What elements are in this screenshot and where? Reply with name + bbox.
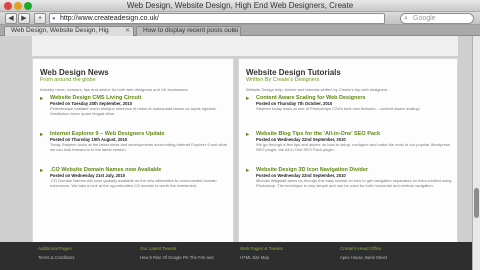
tab-label: Web Design, Website Design, Hig: [11, 27, 109, 34]
footer-column: Additional Pages Terms & Conditions: [38, 246, 74, 260]
footer-link[interactable]: Terms & Conditions: [38, 255, 74, 260]
footer-column: Our Latest Tweets How 5 Rise Of Google P…: [140, 246, 213, 260]
search-placeholder: Google: [413, 15, 436, 22]
tab-recent-posts[interactable]: How to display recent posts outsi ✕: [136, 26, 241, 36]
tutorial-item-text: Stephen today looks at one of Photoshops…: [256, 106, 420, 111]
bullet-icon: ▸: [246, 132, 250, 138]
footer-column: Create's Head Office Apex House, Bank St…: [340, 246, 387, 260]
tutorials-heading: Website Design Tutorials: [246, 68, 341, 77]
window-titlebar: Web Design, Website Design, High End Web…: [0, 0, 480, 12]
footer-column: Web Pages & Tweets HTML Site Map: [240, 246, 283, 260]
add-bookmark-button[interactable]: +: [34, 13, 46, 24]
footer-heading: Web Pages & Tweets: [240, 246, 283, 251]
footer-heading: Create's Head Office: [340, 246, 382, 251]
site-footer: Additional Pages Terms & Conditions Our …: [0, 242, 472, 270]
bullet-icon: ▸: [40, 96, 44, 102]
bullet-icon: ▸: [40, 132, 44, 138]
globe-icon: ●: [52, 16, 56, 22]
news-item: ▸ Website Design CMS Living Circuit Post…: [40, 95, 230, 125]
news-item-text: Today Stephen looks at the latest news a…: [50, 142, 227, 152]
forward-button[interactable]: ▶: [18, 13, 30, 24]
news-subheading: From around the globe: [40, 77, 96, 83]
news-item-text: Pellentesque habitant morbi tristique se…: [50, 106, 217, 116]
window-title: Web Design, Website Design, High End Web…: [126, 1, 354, 10]
bullet-icon: ▸: [246, 168, 250, 174]
news-item-text: .CO Domain Names will soon globally avai…: [50, 178, 217, 188]
tutorial-item-text: Michael Wagstaff takes us through this e…: [256, 178, 452, 188]
vertical-scrollbar[interactable]: [472, 36, 480, 270]
tutorial-item: ▸ Website Design 3D Icon Navigation Divi…: [246, 167, 454, 201]
tab-bar: Web Design, Website Design, Hig ✕ How to…: [0, 25, 480, 36]
news-intro: Industry news, rumours, tips and advice …: [40, 87, 188, 92]
news-item: ▸ .CO Website Domain Names now Available…: [40, 167, 230, 201]
back-button[interactable]: ◀: [5, 13, 17, 24]
footer-heading: Additional Pages: [38, 246, 72, 251]
tab-web-design[interactable]: Web Design, Website Design, Hig ✕: [4, 26, 134, 36]
browser-toolbar: ◀ ▶ + ● http://www.createadesign.co.uk/ …: [0, 12, 480, 25]
news-item: ▸ Internet Explorer 9 – Web Designers Up…: [40, 131, 230, 161]
scrollbar-thumb[interactable]: [474, 188, 479, 218]
tutorials-column: Website Design Tutorials Written By Crea…: [238, 58, 458, 246]
bullet-icon: ▸: [246, 96, 250, 102]
tutorial-item: ▸ Content Aware Scaling for Web Designer…: [246, 95, 454, 125]
news-heading: Web Design News: [40, 68, 109, 77]
bullet-icon: ▸: [40, 168, 44, 174]
content-top-strip: [32, 36, 458, 56]
footer-link[interactable]: HTML Site Map: [240, 255, 283, 260]
address-bar[interactable]: ● http://www.createadesign.co.uk/: [49, 13, 385, 24]
close-icon[interactable]: ✕: [232, 27, 237, 35]
news-column: Web Design News From around the globe In…: [32, 58, 234, 246]
close-icon[interactable]: ✕: [125, 27, 130, 35]
footer-link[interactable]: How 5 Rise Of Google Plc The Fire and: [140, 255, 213, 260]
tutorial-item: ▸ Website Blog Tips for the 'All-in-One'…: [246, 131, 454, 161]
tab-label: How to display recent posts outsi: [143, 27, 239, 34]
tutorials-intro: Website Design help, Advice and tutorial…: [246, 87, 388, 92]
tutorial-item-text: We go through a few tips and advice on h…: [256, 142, 450, 152]
search-icon: ⌕: [404, 15, 408, 22]
page-viewport: Web Design News From around the globe In…: [0, 36, 472, 270]
address-text: http://www.createadesign.co.uk/: [60, 15, 159, 22]
footer-heading: Our Latest Tweets: [140, 246, 177, 251]
tutorials-subheading: Written By Create's Designers: [246, 77, 320, 83]
footer-link[interactable]: Apex House, Bank Street: [340, 255, 387, 260]
search-input[interactable]: ⌕ Google: [400, 13, 474, 24]
